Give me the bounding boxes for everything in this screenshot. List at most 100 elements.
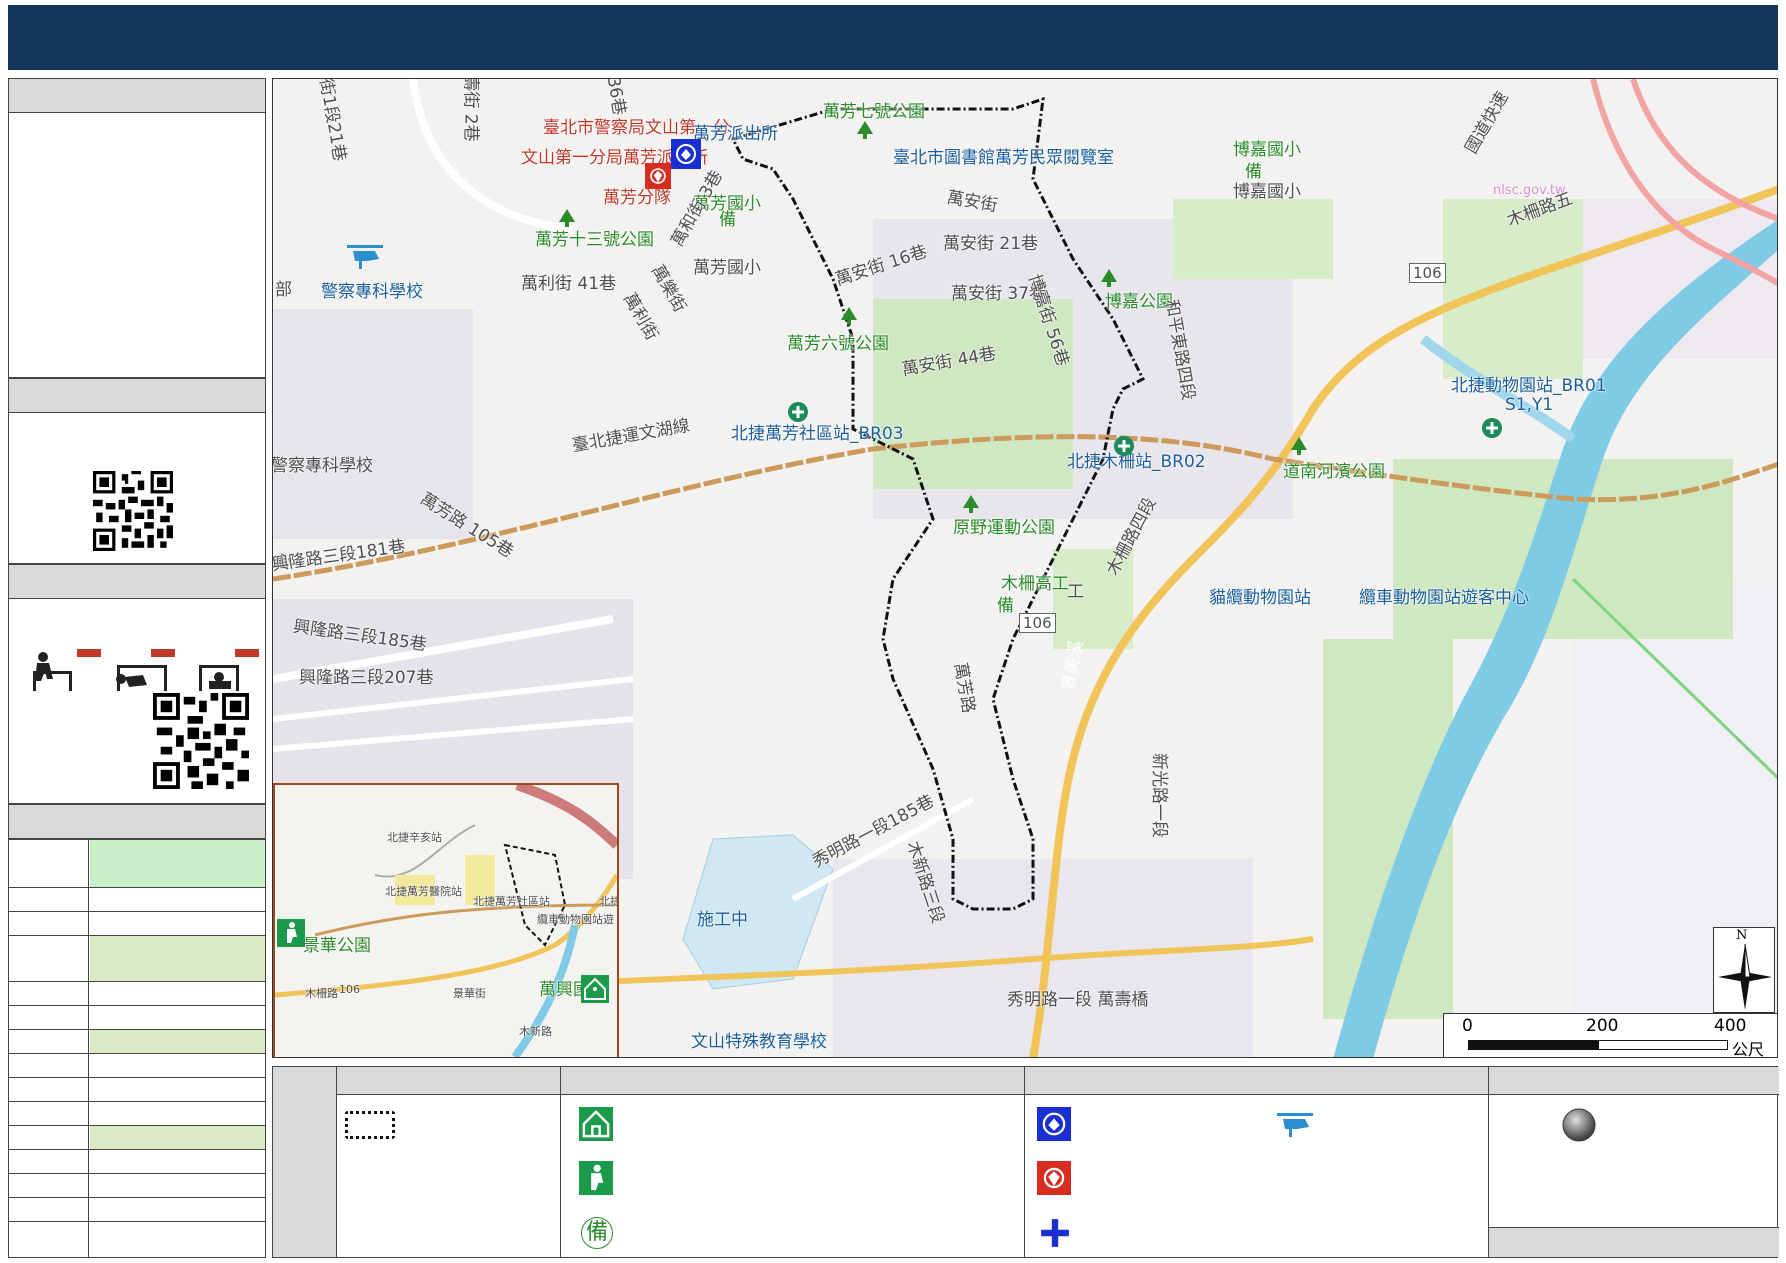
gondola-station-label: 貓纜動物園站 [1209,588,1311,608]
library-label: 臺北市圖書館萬芳民眾閱覽室 [893,148,1114,168]
table-row [9,1005,265,1029]
park-13-label: 萬芳十三號公園 [535,230,654,250]
backup-shelter-icon: 備 [1245,162,1262,182]
visitor-center-label: 纜車動物園站遊客中心 [1359,588,1529,608]
table-row [9,839,265,887]
shelter-table-header [9,805,265,839]
shelter-icon [579,1107,613,1141]
bojia-school-label: 博嘉國小 [1233,140,1301,160]
legend-side-header [273,1067,337,1257]
police-college-label-2: 警察專科學校 [272,456,373,476]
boundary-legend-icon [345,1111,395,1139]
inset-map[interactable]: 北捷辛亥站 北捷萬芳醫院站 北捷萬芳社區站 北捷 纜車動物園站遊 景華公園 萬興… [273,783,619,1057]
table-row [9,911,265,935]
north-label: N [1736,928,1748,943]
partial-label-bu: 部 [275,280,292,300]
road-106-shield-b: 106 [1019,613,1056,633]
north-arrow: N [1713,927,1775,1013]
inset-zoo-label: 纜車動物園站遊 [537,913,614,926]
road-wanli-41-label: 萬利街 41巷 [521,274,617,294]
info-panel [8,78,266,378]
helicopter-icon [1277,1113,1313,1137]
scale-tick-0: 0 [1462,1016,1473,1036]
inset-muxin-label: 木新路 [519,1025,552,1038]
table-row [9,1197,265,1221]
mucha-high-label-2: 工 [1067,582,1084,602]
legend: 備 [272,1066,1779,1258]
park-7-label: 萬芳七號公園 [823,102,925,122]
medical-icon [1041,1219,1069,1247]
scale-bar: 0 200 400 公尺 [1443,1013,1777,1058]
road-106-shield-a: 106 [1409,263,1446,283]
tree-icon [1291,437,1307,455]
qr-code-icon[interactable] [93,471,173,551]
table-row [9,1077,265,1101]
fire-team-icon [1037,1161,1071,1195]
fire-team-icon[interactable] [645,163,671,189]
table-row [9,1101,265,1125]
legend-col-header [1489,1067,1779,1095]
mrt-station-icon [1482,418,1502,438]
police-college-label: 警察專科學校 [321,282,423,302]
legend-col-header [337,1067,561,1095]
daonan-park-label: 道南河濱公園 [1283,462,1385,482]
inset-106-label: 106 [339,983,360,996]
qr-panel [8,378,266,564]
legend-col-header [561,1067,1025,1095]
construction-label: 施工中 [697,910,748,930]
inset-mucha-label: 北捷 [599,895,619,908]
inset-xinhai-label: 北捷辛亥站 [387,831,442,844]
inset-jinghua-label: 景華街 [453,987,486,1000]
park-6-label: 萬芳六號公園 [787,334,889,354]
police-station-icon[interactable] [671,139,701,169]
mrt-station-icon [788,402,808,422]
compass-rose-icon [1718,943,1772,1010]
backup-shelter-icon: 備 [581,1217,613,1249]
drop-cover-hold-icon [33,649,259,691]
police-station-short-label: 萬芳派出所 [693,124,778,144]
scale-tick-200: 200 [1586,1016,1619,1036]
inset-muzha-road-label: 木柵路 [305,987,338,1000]
bojia-school-label-2: 博嘉國小 [1233,182,1301,202]
title-banner [8,5,1778,70]
road-xinglong-207-label: 興隆路三段207巷 [299,668,434,688]
police-station-icon [1037,1107,1071,1141]
backup-shelter-icon: 備 [719,210,736,230]
shelter-icon [581,975,609,1003]
qr-code-safety-icon[interactable] [153,693,249,789]
mrt-br03-label: 北捷萬芳社區站_BR03 [731,424,904,444]
mrt-br02-label: 北捷木柵站_BR02 [1067,452,1206,472]
yuanye-park-label: 原野運動公園 [953,518,1055,538]
table-row [9,1029,265,1053]
table-row [9,935,265,981]
scale-tick-400: 400 [1714,1016,1747,1036]
mrt-br01-label: 北捷動物園站_BR01 [1451,376,1607,396]
tree-icon [559,209,575,227]
legend-footer [1489,1227,1779,1257]
info-panel-header [9,79,265,113]
shelter-table-panel [8,804,266,1258]
road-wanshou-2-label: 萬壽街 2巷 [460,78,481,142]
main-map[interactable]: 臺北市警察局文山第一分 萬芳派出所 文山第一分局萬芳派出所 萬芳分隊 臺北市圖書… [272,78,1778,1058]
tree-icon [841,307,857,325]
helicopter-icon [347,245,383,269]
table-row [9,981,265,1005]
road-xinguang-label: 新光路一段 [1149,753,1169,838]
tree-icon [963,495,979,513]
safety-panel-header [9,565,265,599]
scale-unit: 公尺 [1732,1040,1765,1058]
mrt-s1y1-label: S1,Y1 [1505,395,1554,415]
elementary-school-label-2: 萬芳國小 [693,258,761,278]
table-row [9,1125,265,1149]
special-school-label: 文山特殊教育學校 [691,1032,827,1052]
evacuation-icon [579,1161,613,1195]
road-wanan-21-label: 萬安街 21巷 [943,234,1039,254]
qr-panel-header [9,379,265,413]
legend-col-header [1025,1067,1489,1095]
table-row [9,1173,265,1197]
road-xiuming-wanshou-label: 秀明路一段 萬壽橋 [1007,990,1149,1010]
inset-community-label: 北捷萬芳社區站 [473,895,550,908]
tree-icon [1101,269,1117,287]
backup-shelter-icon: 備 [997,596,1014,616]
table-row [9,1149,265,1173]
